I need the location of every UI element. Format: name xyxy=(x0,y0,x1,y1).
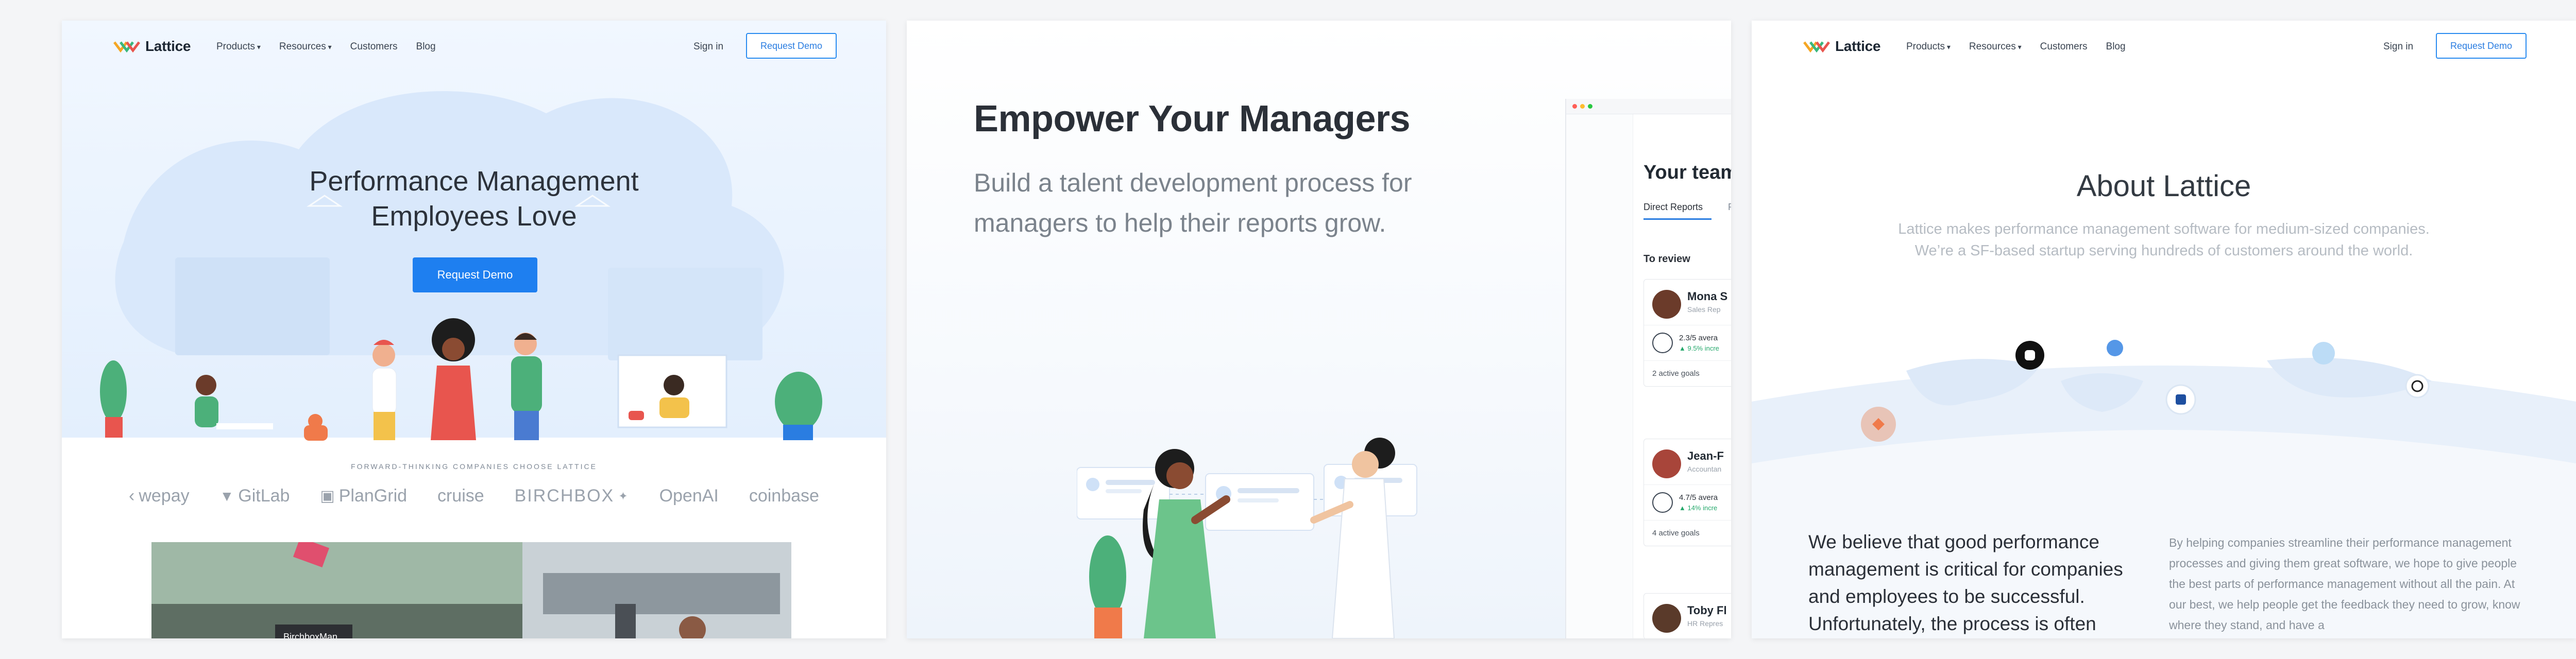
hero-title-line-1: Performance Management xyxy=(309,166,639,197)
smile-face-icon xyxy=(1652,492,1673,513)
to-review-heading: To review xyxy=(1643,253,1690,265)
report-name: Jean-F xyxy=(1687,449,1724,462)
customer-logo-text: PlanGrid xyxy=(338,486,408,506)
belief-statement: We believe that good performance managem… xyxy=(1808,531,2123,634)
avatar xyxy=(1652,290,1681,319)
report-role: HR Repres xyxy=(1687,619,1723,628)
close-dot-icon xyxy=(1572,104,1577,109)
nav-resources[interactable]: Resources xyxy=(1969,41,2022,53)
customer-logo-cruise: cruise xyxy=(437,486,484,506)
report-name: Toby Fl xyxy=(1687,604,1727,617)
nav-blog[interactable]: Blog xyxy=(2106,41,2126,53)
customer-logo-plangrid: ▣ PlanGrid xyxy=(320,486,407,506)
report-card[interactable]: Mona S Sales Rep 2.3/5 avera ▲ 9.5% incre … xyxy=(1643,279,1731,387)
plangrid-square-icon: ▣ xyxy=(320,488,335,505)
top-nav: Lattice Products Resources Customers Blo… xyxy=(62,21,886,72)
customer-logo-text: OpenAI xyxy=(659,486,719,506)
nav-products[interactable]: Products xyxy=(1906,41,1951,53)
lattice-logo-icon xyxy=(1803,39,1830,54)
team-celebration-illustration xyxy=(100,318,822,441)
report-role: Accountan xyxy=(1687,465,1722,473)
about-panel: Lattice Products Resources Customers Blo… xyxy=(1752,21,2576,638)
report-card[interactable]: Toby Fl HR Repres xyxy=(1643,593,1731,638)
report-name: Mona S xyxy=(1687,290,1728,303)
about-subtitle-line-1: Lattice makes performance management sof… xyxy=(1898,221,2430,237)
customer-logo-wepay: ‹ wepay xyxy=(129,486,190,506)
wepay-chevron-icon: ‹ xyxy=(129,486,135,506)
nav-products[interactable]: Products xyxy=(216,41,261,53)
trusted-by-heading: FORWARD-THINKING COMPANIES CHOOSE LATTIC… xyxy=(351,462,597,471)
hero-title-line-2: Employees Love xyxy=(371,201,577,232)
nav-resources[interactable]: Resources xyxy=(279,41,332,53)
average-score: 4.7/5 avera xyxy=(1679,493,1718,502)
nav-blog[interactable]: Blog xyxy=(416,41,436,53)
customer-logo-text: BIRCHBOX xyxy=(514,486,615,506)
report-card[interactable]: Jean-F Accountan 4.7/5 avera ▲ 14% incre 4… xyxy=(1643,439,1731,546)
active-tab-underline xyxy=(1643,218,1711,220)
photo-sign-text: BirchboxMan xyxy=(283,632,337,638)
logo[interactable]: Lattice xyxy=(113,38,191,55)
managers-illustration xyxy=(1077,438,1417,638)
homepage-panel: Lattice Products Resources Customers Blo… xyxy=(62,21,886,638)
managers-subtitle: Build a talent development process for m… xyxy=(974,168,1412,237)
lattice-logo-icon xyxy=(113,39,140,54)
score-trend: ▲ 14% incre xyxy=(1679,504,1718,512)
request-demo-button[interactable]: Request Demo xyxy=(2436,33,2527,59)
customer-logo-text: coinbase xyxy=(749,486,819,506)
request-demo-button[interactable]: Request Demo xyxy=(746,33,837,59)
sign-in-link[interactable]: Sign in xyxy=(693,41,723,53)
customer-logo-text: GitLab xyxy=(238,486,290,506)
logo[interactable]: Lattice xyxy=(1803,38,1880,55)
report-role: Sales Rep xyxy=(1687,305,1721,314)
app-sidebar xyxy=(1566,114,1633,638)
tab-direct-reports[interactable]: Direct Reports xyxy=(1643,202,1703,213)
about-body-text: By helping companies streamline their pe… xyxy=(2169,536,2520,632)
nav-customers[interactable]: Customers xyxy=(2040,41,2088,53)
minimize-dot-icon xyxy=(1580,104,1585,109)
active-goals: 4 active goals xyxy=(1644,520,1731,546)
hero-request-demo-button[interactable]: Request Demo xyxy=(413,257,537,292)
customer-logo-gitlab: ▼ GitLab xyxy=(220,486,290,506)
app-titlebar xyxy=(1566,99,1731,114)
top-nav: Lattice Products Resources Customers Blo… xyxy=(1752,21,2576,72)
avatar xyxy=(1652,449,1681,478)
app-window: Your team Direct Reports R To review Mon… xyxy=(1565,99,1731,638)
managers-panel: Empower Your Managers Build a talent dev… xyxy=(907,21,1731,638)
customer-logo-coinbase: coinbase xyxy=(749,486,819,506)
active-goals: 2 active goals xyxy=(1644,360,1731,386)
customer-logo-text: wepay xyxy=(139,486,190,506)
birchbox-star-icon: ✦ xyxy=(618,489,629,502)
customer-logo-birchbox: BIRCHBOX ✦ xyxy=(515,486,629,506)
avatar xyxy=(1652,604,1681,633)
tab-other[interactable]: R xyxy=(1728,202,1731,213)
customer-logos: ‹ wepay ▼ GitLab ▣ PlanGrid cruise BIRCHBOX… xyxy=(129,486,819,506)
logo-text: Lattice xyxy=(145,38,191,54)
score-trend: ▲ 9.5% incre xyxy=(1679,344,1719,352)
about-subtitle-line-2: We’re a SF-based startup serving hundred… xyxy=(1914,242,2413,259)
maximize-dot-icon xyxy=(1588,104,1592,109)
sign-in-link[interactable]: Sign in xyxy=(2383,41,2413,53)
managers-title: Empower Your Managers xyxy=(974,98,1411,140)
office-photo: BirchboxMan xyxy=(151,542,791,638)
customer-logo-openai: OpenAI xyxy=(659,486,719,506)
average-score: 2.3/5 avera xyxy=(1679,334,1718,342)
logo-text: Lattice xyxy=(1835,38,1881,54)
about-subtitle: Lattice makes performance management sof… xyxy=(1752,218,2576,262)
customer-logo-text: cruise xyxy=(437,486,484,506)
hero-title: Performance Management Employees Love xyxy=(62,164,886,234)
your-team-heading: Your team xyxy=(1643,162,1731,183)
about-title: About Lattice xyxy=(2076,169,2251,203)
neutral-face-icon xyxy=(1652,333,1673,353)
nav-customers[interactable]: Customers xyxy=(350,41,398,53)
gitlab-fox-icon: ▼ xyxy=(219,488,234,504)
